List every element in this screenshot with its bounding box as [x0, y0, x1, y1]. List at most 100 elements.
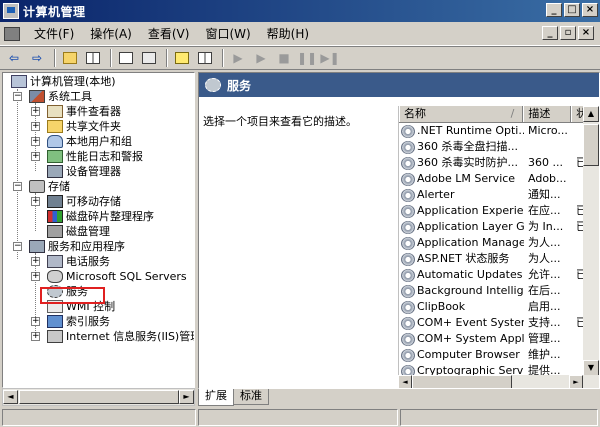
column-header-description[interactable]: 描述	[523, 106, 572, 122]
tree-node-iis[interactable]: + Internet 信息服务(IIS)管理	[3, 329, 194, 344]
tree-horizontal-scrollbar[interactable]: ◄ ►	[2, 388, 195, 406]
scroll-right-icon[interactable]: ►	[569, 375, 583, 388]
expand-toggle-icon[interactable]: +	[31, 317, 40, 326]
table-row[interactable]: Automatic Updates 允许... 已	[399, 267, 599, 283]
close-button[interactable]: ×	[582, 3, 598, 17]
scroll-left-icon[interactable]: ◄	[398, 375, 412, 388]
table-row[interactable]: 360 杀毒实时防护... 360 ... 已	[399, 155, 599, 171]
minimize-button[interactable]: _	[546, 3, 562, 17]
tree-node-label: 系统工具	[48, 90, 92, 103]
expand-toggle-icon[interactable]: +	[31, 107, 40, 116]
service-name-cell: 360 杀毒实时防护...	[399, 155, 524, 171]
column-header-name[interactable]: 名称 /	[399, 106, 524, 122]
table-row[interactable]: Computer Browser 维护...	[399, 347, 599, 363]
service-gear-icon	[401, 204, 415, 218]
menu-action[interactable]: 操作(A)	[82, 25, 140, 42]
menu-window[interactable]: 窗口(W)	[197, 25, 258, 42]
list-horizontal-scrollbar[interactable]: ◄ ►	[398, 375, 599, 388]
tree-node-local-users[interactable]: + 本地用户和组	[3, 134, 194, 149]
expand-toggle-icon[interactable]: +	[31, 152, 40, 161]
restart-service-button[interactable]: ▶❚	[320, 49, 340, 67]
table-row[interactable]: Alerter 通知...	[399, 187, 599, 203]
scroll-down-icon[interactable]: ▼	[583, 360, 599, 376]
tree-node-root[interactable]: 计算机管理(本地)	[3, 74, 194, 89]
show-hide-tree-button[interactable]	[83, 49, 103, 67]
child-close-button[interactable]: ×	[578, 26, 594, 40]
table-row[interactable]: COM+ System Appl... 管理...	[399, 331, 599, 347]
expand-toggle-icon[interactable]: +	[31, 332, 40, 341]
tree-node-disk-management[interactable]: 磁盘管理	[3, 224, 194, 239]
service-gear-icon	[401, 156, 415, 170]
back-button[interactable]: ⇦	[4, 49, 24, 67]
tree-node-shared-folders[interactable]: + 共享文件夹	[3, 119, 194, 134]
list-header: 名称 / 描述 状	[399, 106, 599, 123]
collapse-toggle-icon[interactable]: −	[13, 242, 22, 251]
table-row[interactable]: Application Layer G... 为 In... 已	[399, 219, 599, 235]
tree-node-system-tools[interactable]: − 系统工具	[3, 89, 194, 104]
table-row[interactable]: .NET Runtime Opti... Micro...	[399, 123, 599, 139]
table-row[interactable]: COM+ Event System 支持... 已	[399, 315, 599, 331]
tree-node-telephony[interactable]: + 电话服务	[3, 254, 194, 269]
tree-node-services-apps[interactable]: − 服务和应用程序	[3, 239, 194, 254]
expand-toggle-icon[interactable]: +	[31, 257, 40, 266]
expand-toggle-icon[interactable]: +	[31, 137, 40, 146]
service-name: Computer Browser	[417, 348, 520, 361]
table-row[interactable]: ClipBook 启用...	[399, 299, 599, 315]
child-restore-button[interactable]: ▫	[560, 26, 576, 40]
scroll-left-icon[interactable]: ◄	[3, 390, 18, 404]
list-body: .NET Runtime Opti... Micro... 360 杀毒全盘扫描..…	[399, 123, 599, 379]
console-icon[interactable]	[4, 26, 20, 41]
tab-standard[interactable]: 标准	[233, 389, 269, 405]
list-vertical-scrollbar[interactable]: ▲ ▼	[583, 106, 599, 376]
scroll-thumb[interactable]	[19, 390, 179, 404]
expand-toggle-icon[interactable]: +	[31, 272, 40, 281]
menu-view[interactable]: 查看(V)	[140, 25, 198, 42]
forward-button[interactable]: ⇨	[27, 49, 47, 67]
service-name: ClipBook	[417, 300, 466, 313]
table-row[interactable]: Background Intellig... 在后...	[399, 283, 599, 299]
service-description: 支持...	[528, 316, 561, 329]
tree-node-perf-logs[interactable]: + 性能日志和警报	[3, 149, 194, 164]
status-bar	[0, 408, 600, 427]
tree-node-defrag[interactable]: 磁盘碎片整理程序	[3, 209, 194, 224]
scroll-thumb[interactable]	[412, 375, 512, 388]
tree-node-storage[interactable]: − 存储	[3, 179, 194, 194]
tree-node-indexing[interactable]: + 索引服务	[3, 314, 194, 329]
collapse-toggle-icon[interactable]: −	[13, 92, 22, 101]
service-name-cell: Application Experie...	[399, 203, 524, 219]
tree-node-sql-servers[interactable]: + Microsoft SQL Servers	[3, 269, 194, 284]
tree-node-removable-storage[interactable]: + 可移动存储	[3, 194, 194, 209]
expand-toggle-icon[interactable]: +	[31, 122, 40, 131]
scroll-thumb[interactable]	[583, 124, 599, 166]
properties-button[interactable]	[195, 49, 215, 67]
step-service-button[interactable]: ▶	[251, 49, 271, 67]
collapse-toggle-icon[interactable]: −	[13, 182, 22, 191]
refresh-button[interactable]	[116, 49, 136, 67]
menu-help[interactable]: 帮助(H)	[259, 25, 317, 42]
service-gear-icon	[401, 172, 415, 186]
tree-node-device-manager[interactable]: 设备管理器	[3, 164, 194, 179]
export-list-button[interactable]	[139, 49, 159, 67]
help-button[interactable]	[172, 49, 192, 67]
service-description	[524, 139, 572, 155]
table-row[interactable]: Application Manage... 为人...	[399, 235, 599, 251]
scroll-up-icon[interactable]: ▲	[583, 106, 599, 122]
table-row[interactable]: 360 杀毒全盘扫描...	[399, 139, 599, 155]
child-minimize-button[interactable]: _	[542, 26, 558, 40]
tree-node-event-viewer[interactable]: + 事件查看器	[3, 104, 194, 119]
stop-service-button[interactable]: ■	[274, 49, 294, 67]
pause-service-button[interactable]: ❚❚	[297, 49, 317, 67]
maximize-button[interactable]: □	[564, 3, 580, 17]
table-row[interactable]: Adobe LM Service Adob...	[399, 171, 599, 187]
scroll-right-icon[interactable]: ►	[179, 390, 194, 404]
table-row[interactable]: ASP.NET 状态服务 为人...	[399, 251, 599, 267]
up-folder-button[interactable]	[60, 49, 80, 67]
console-tree: 计算机管理(本地) − 系统工具 + 事件查看器 + 共享文件夹 + 本地用户和…	[2, 72, 195, 388]
title-bar: 计算机管理 _ □ ×	[0, 0, 600, 22]
start-service-button[interactable]: ▶	[228, 49, 248, 67]
table-row[interactable]: Application Experie... 在应... 已	[399, 203, 599, 219]
status-cell	[2, 409, 196, 426]
menu-file[interactable]: 文件(F)	[26, 25, 82, 42]
expand-toggle-icon[interactable]: +	[31, 197, 40, 206]
tab-extended[interactable]: 扩展	[198, 389, 234, 406]
